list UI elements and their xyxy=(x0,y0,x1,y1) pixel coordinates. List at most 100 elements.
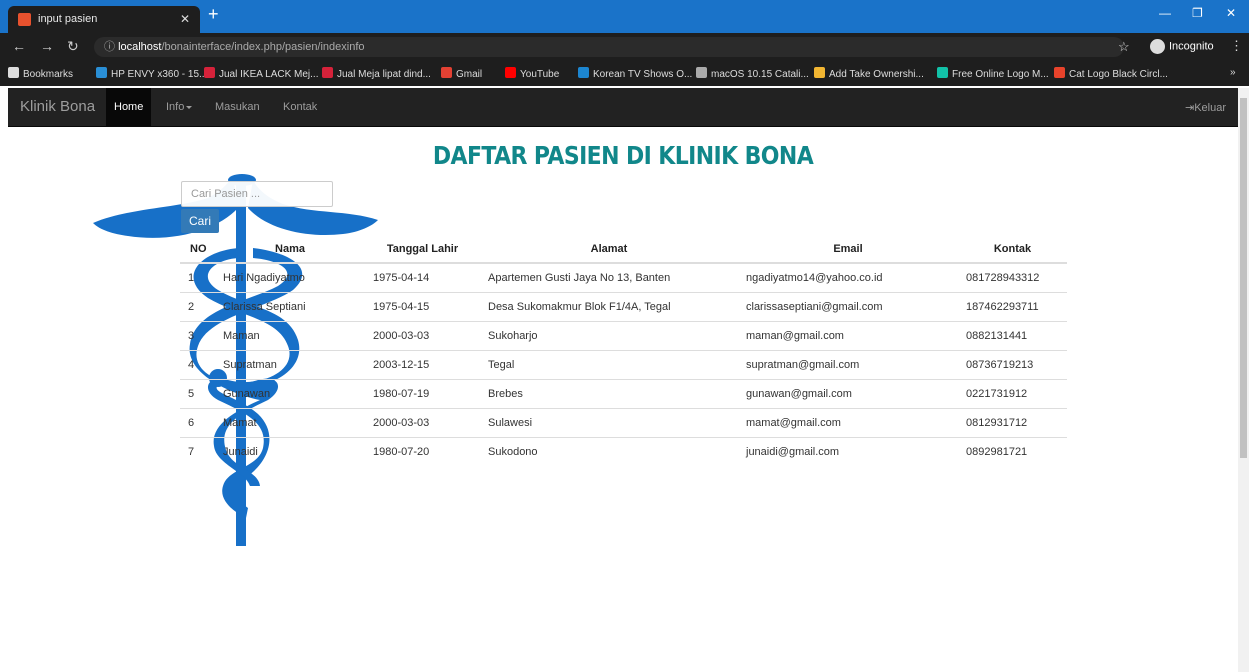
bookmark-item[interactable]: Bookmarks xyxy=(8,67,73,80)
table-row: 6 Mamat 2000-03-03 Sulawesi mamat@gmail.com 0… xyxy=(180,407,1067,437)
table-row: 2 Clarissa Septiani 1975-04-15 Desa Sukomak… xyxy=(180,291,1067,321)
cell-no: 3 xyxy=(180,320,215,350)
logout-link[interactable]: ⇥Keluar xyxy=(1185,101,1226,114)
column-header-alamat: Alamat xyxy=(480,235,738,264)
bookmark-item[interactable]: Jual IKEA LACK Mej... xyxy=(204,67,319,80)
bookmark-label: Jual Meja lipat dind... xyxy=(337,69,431,80)
bookmark-favicon-icon xyxy=(814,67,825,78)
cell-tanggal-lahir: 1975-04-15 xyxy=(365,291,480,321)
scrollbar-thumb[interactable] xyxy=(1240,98,1247,458)
bookmark-favicon-icon xyxy=(8,67,19,78)
nav-kontak[interactable]: Kontak xyxy=(283,101,317,113)
bookmark-item[interactable]: YouTube xyxy=(505,67,559,80)
bookmark-item[interactable]: macOS 10.15 Catali... xyxy=(696,67,809,80)
cell-kontak: 081728943312 xyxy=(958,262,1067,292)
cell-tanggal-lahir: 1975-04-14 xyxy=(365,262,480,292)
bookmark-label: Korean TV Shows O... xyxy=(593,69,693,80)
column-header-kontak: Kontak xyxy=(958,235,1067,264)
cell-kontak: 0892981721 xyxy=(958,436,1067,466)
cell-kontak: 0221731912 xyxy=(958,378,1067,408)
window-close-icon[interactable]: ✕ xyxy=(1226,6,1236,20)
cell-email: supratman@gmail.com xyxy=(738,349,958,379)
incognito-indicator[interactable]: Incognito xyxy=(1150,39,1214,54)
cell-nama: Supratman xyxy=(215,349,365,379)
cell-alamat: Sukoharjo xyxy=(480,320,738,350)
incognito-icon xyxy=(1150,39,1165,54)
bookmark-label: Bookmarks xyxy=(23,69,74,80)
cell-email: junaidi@gmail.com xyxy=(738,436,958,466)
back-icon[interactable]: ← xyxy=(12,38,26,54)
restore-icon[interactable]: ❐ xyxy=(1192,6,1203,20)
cell-kontak: 0812931712 xyxy=(958,407,1067,437)
table-row: 1 Hari Ngadiyatmo 1975-04-14 Apartemen Gust… xyxy=(180,262,1067,292)
tab-close-icon[interactable]: ✕ xyxy=(180,6,190,33)
bookmark-label: Jual IKEA LACK Mej... xyxy=(219,69,319,80)
address-bar: ← → ↻ ⓘ localhost/bonainterface/index.ph… xyxy=(0,33,1249,61)
table-row: 5 Gunawan 1980-07-19 Brebes gunawan@gmail.co… xyxy=(180,378,1067,408)
bookmark-item[interactable]: Jual Meja lipat dind... xyxy=(322,67,431,80)
bookmark-favicon-icon xyxy=(937,67,948,78)
bookmarks-bar: Bookmarks HP ENVY x360 - 15... Jual IKEA L… xyxy=(0,61,1249,86)
cell-nama: Mamat xyxy=(215,407,365,437)
cell-nama: Gunawan xyxy=(215,378,365,408)
cell-alamat: Sukodono xyxy=(480,436,738,466)
cell-email: gunawan@gmail.com xyxy=(738,378,958,408)
bookmark-star-icon[interactable]: ☆ xyxy=(1118,39,1130,55)
nav-masukan[interactable]: Masukan xyxy=(215,101,260,113)
table-row: 3 Maman 2000-03-03 Sukoharjo maman@gmail.com… xyxy=(180,320,1067,350)
new-tab-icon[interactable]: + xyxy=(208,4,219,25)
cell-no: 1 xyxy=(180,262,215,292)
navbar-brand[interactable]: Klinik Bona xyxy=(20,98,95,115)
column-header-nama: Nama xyxy=(215,235,365,264)
page-scrollbar[interactable] xyxy=(1238,88,1249,672)
forward-icon[interactable]: → xyxy=(40,38,54,54)
nav-home[interactable]: Home xyxy=(106,88,152,127)
bookmark-item[interactable]: Free Online Logo M... xyxy=(937,67,1049,80)
browser-menu-icon[interactable]: ⋮ xyxy=(1230,38,1243,54)
nav-info[interactable]: Info xyxy=(166,101,193,113)
reload-icon[interactable]: ↻ xyxy=(67,38,79,55)
column-header-tanggal-lahir: Tanggal Lahir xyxy=(365,235,480,264)
incognito-label: Incognito xyxy=(1169,40,1214,53)
table-header-row: NO Nama Tanggal Lahir Alamat Email Konta… xyxy=(180,235,1067,264)
bookmark-label: Gmail xyxy=(456,69,483,80)
bookmark-item[interactable]: Add Take Ownershi... xyxy=(814,67,924,80)
cell-kontak: 08736719213 xyxy=(958,349,1067,379)
web-page: Klinik Bona Home Info Masukan Kontak ⇥Ke… xyxy=(8,88,1238,672)
search-button[interactable]: Cari xyxy=(181,209,219,233)
bookmark-item[interactable]: Gmail xyxy=(441,67,482,80)
bookmark-label: Cat Logo Black Circl... xyxy=(1069,69,1168,80)
cell-nama: Maman xyxy=(215,320,365,350)
bookmark-favicon-icon xyxy=(204,67,215,78)
cell-tanggal-lahir: 1980-07-20 xyxy=(365,436,480,466)
cell-no: 4 xyxy=(180,349,215,379)
url-host: localhost xyxy=(118,41,162,53)
browser-tab[interactable]: input pasien ✕ xyxy=(8,6,200,33)
bookmark-favicon-icon xyxy=(1054,67,1065,78)
page-title: DAFTAR PASIEN DI KLINIK BONA xyxy=(432,142,814,171)
minimize-icon[interactable]: — xyxy=(1159,6,1171,20)
cell-email: maman@gmail.com xyxy=(738,320,958,350)
info-icon: ⓘ xyxy=(104,41,119,53)
site-navbar: Klinik Bona Home Info Masukan Kontak ⇥Ke… xyxy=(8,88,1238,127)
url-field[interactable]: ⓘ localhost/bonainterface/index.php/pasi… xyxy=(94,37,1124,57)
bookmark-item[interactable]: Korean TV Shows O... xyxy=(578,67,692,80)
chevron-down-icon xyxy=(186,105,193,109)
bookmark-favicon-icon xyxy=(441,67,452,78)
bookmark-label: HP ENVY x360 - 15... xyxy=(111,69,208,80)
search-input[interactable]: Cari Pasien ... xyxy=(181,181,333,207)
bookmark-label: Add Take Ownershi... xyxy=(829,69,924,80)
bookmarks-overflow-icon[interactable]: » xyxy=(1230,67,1236,78)
cell-email: mamat@gmail.com xyxy=(738,407,958,437)
cell-kontak: 187462293711 xyxy=(958,291,1067,321)
bookmark-item[interactable]: HP ENVY x360 - 15... xyxy=(96,67,207,80)
bookmark-label: Free Online Logo M... xyxy=(952,69,1049,80)
cell-nama: Clarissa Septiani xyxy=(215,291,365,321)
table-row: 7 Junaidi 1980-07-20 Sukodono junaidi@gmail.… xyxy=(180,436,1067,466)
cell-alamat: Apartemen Gusti Jaya No 13, Banten xyxy=(480,262,738,292)
bookmark-item[interactable]: Cat Logo Black Circl... xyxy=(1054,67,1168,80)
cell-no: 2 xyxy=(180,291,215,321)
cell-tanggal-lahir: 2003-12-15 xyxy=(365,349,480,379)
column-header-email: Email xyxy=(738,235,958,264)
bookmark-favicon-icon xyxy=(505,67,516,78)
